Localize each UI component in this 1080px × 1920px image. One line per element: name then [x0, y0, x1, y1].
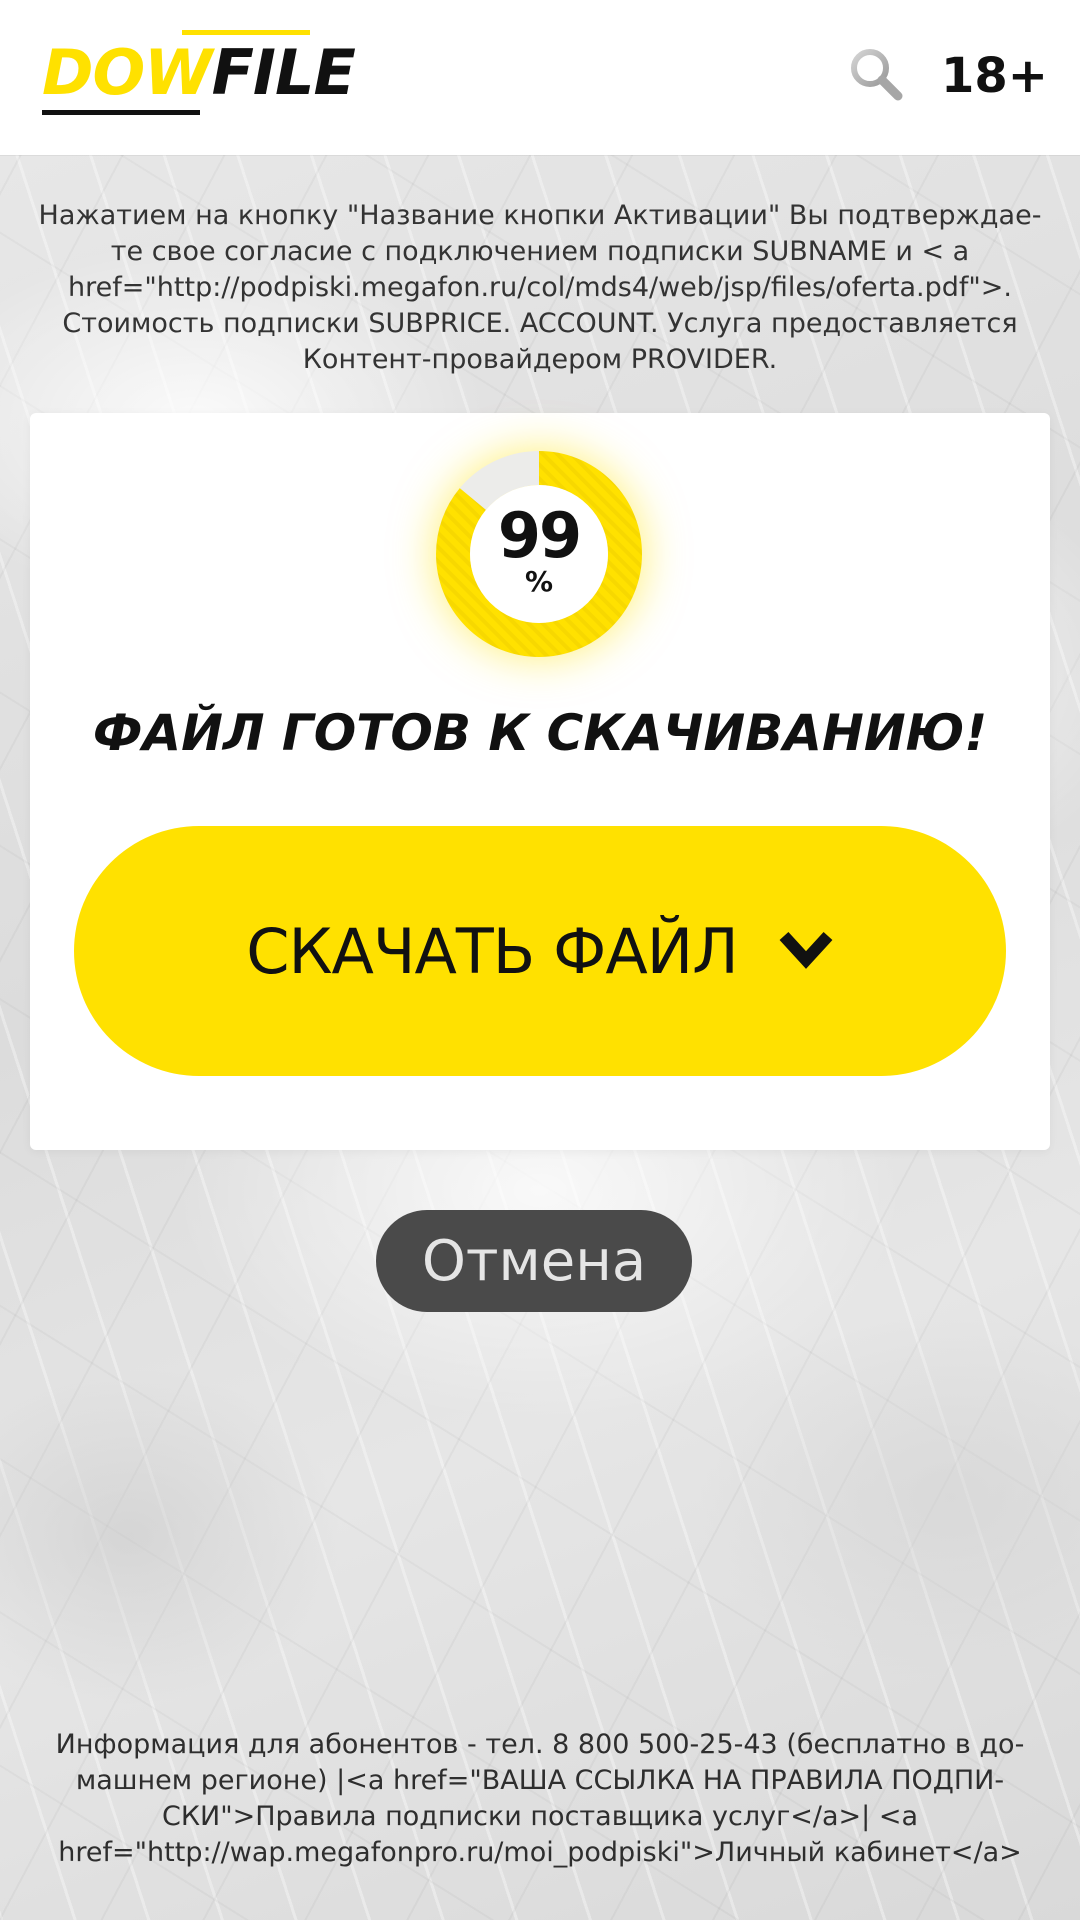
- top-header: DOWFILE 18+: [0, 0, 1080, 155]
- download-progress: 99 %: [434, 449, 644, 659]
- dowfile-logo[interactable]: DOWFILE: [42, 30, 356, 118]
- progress-unit: %: [524, 565, 554, 598]
- age-rating-badge: 18+: [940, 48, 1048, 104]
- download-file-button[interactable]: СКАЧАТЬ ФАЙЛ: [74, 826, 1006, 1076]
- file-ready-title: ФАЙЛ ГОТОВ К СКАЧИВАНИЮ!: [92, 704, 988, 762]
- cancel-button-label: Отмена: [421, 1228, 647, 1294]
- search-icon: [851, 49, 903, 101]
- download-card: 99 % ФАЙЛ ГОТОВ К СКАЧИВАНИЮ! СКАЧАТЬ ФА…: [30, 413, 1050, 1150]
- subscription-disclaimer: Нажатием на кнопку "Название кнопки Акти…: [38, 200, 1042, 375]
- cancel-button[interactable]: Отмена: [376, 1210, 692, 1312]
- logo-text-file: FILE: [211, 36, 356, 109]
- logo-top-bar: [182, 30, 310, 35]
- chevron-down-icon: [779, 931, 833, 969]
- logo-bottom-bar: [42, 110, 200, 115]
- progress-value: 99: [497, 499, 582, 572]
- logo-text-dow: DOW: [42, 36, 213, 109]
- logo-text: DOWFILE: [42, 36, 356, 109]
- search-button[interactable]: [848, 46, 904, 102]
- subscriber-info-footer: Информация для абонентов - тел. 8 800 50…: [55, 1729, 1025, 1868]
- download-button-label: СКАЧАТЬ ФАЙЛ: [246, 914, 739, 988]
